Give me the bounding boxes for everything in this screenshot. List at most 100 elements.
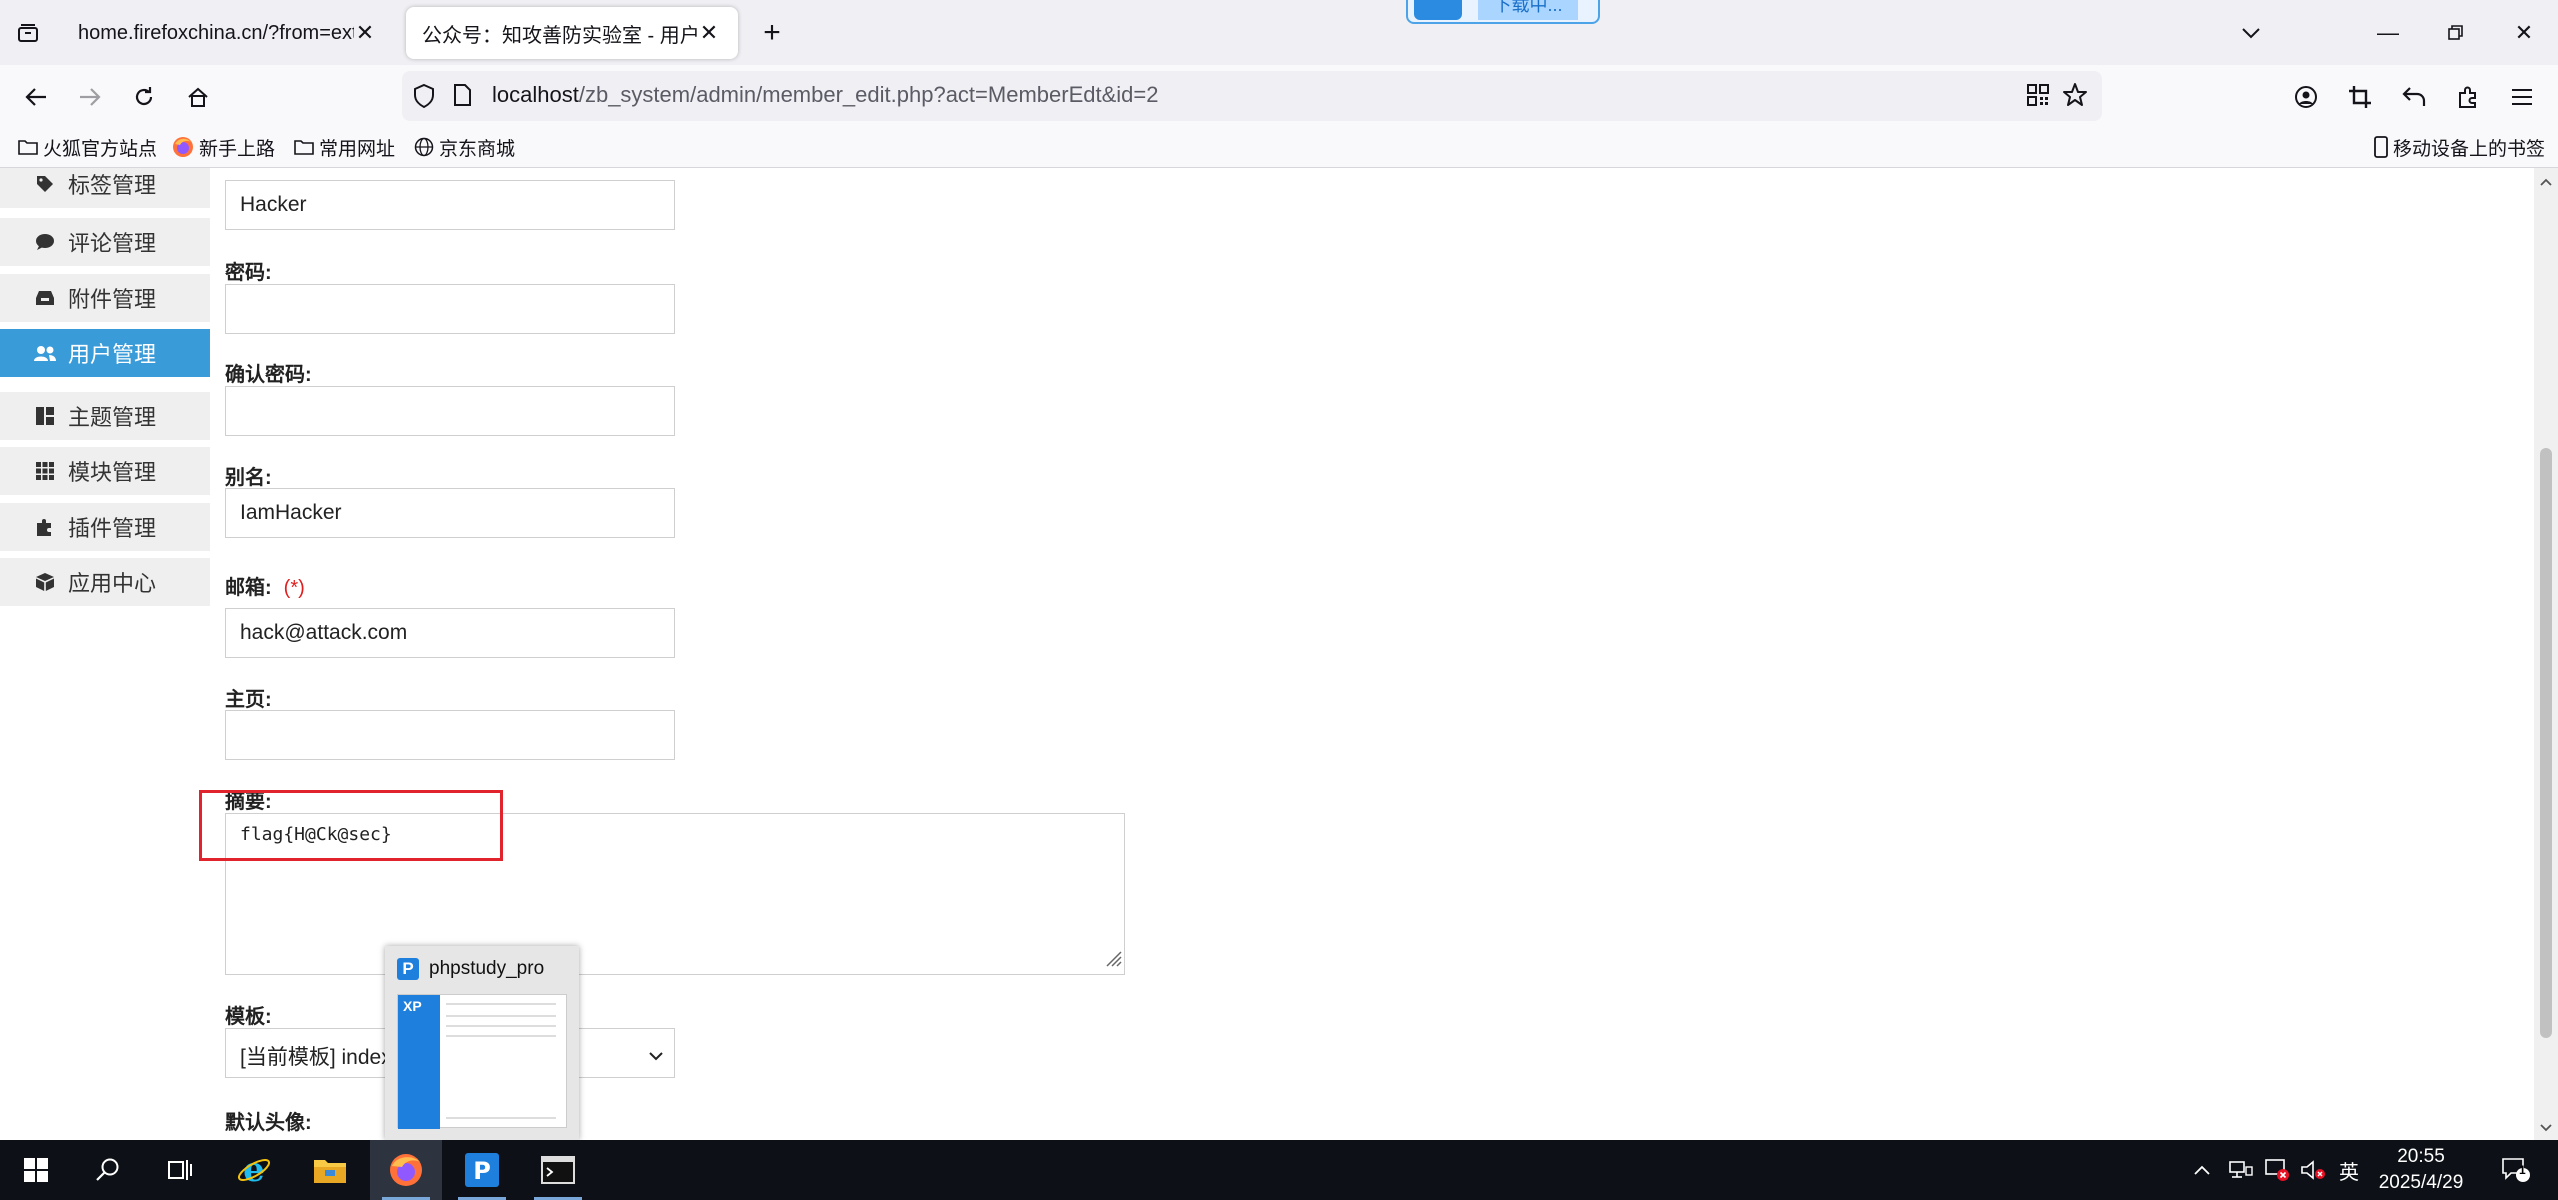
svg-text:e: e <box>243 1152 265 1188</box>
bookmark-firefox-official[interactable]: 火狐官方站点 <box>18 133 157 161</box>
minimize-icon[interactable]: — <box>2354 0 2422 65</box>
address-bar[interactable]: localhost/zb_system/admin/member_edit.ph… <box>402 71 2102 121</box>
new-tab-button[interactable]: + <box>752 14 792 52</box>
sidebar-item-themes[interactable]: 主题管理 <box>0 392 210 440</box>
folder-icon <box>294 139 314 155</box>
bookmark-label: 新手上路 <box>199 138 276 160</box>
security-alert-icon[interactable] <box>2262 1140 2292 1200</box>
resize-grip-icon[interactable] <box>1104 949 1122 972</box>
scrollbar-thumb[interactable] <box>2540 448 2552 1038</box>
sidebar-item-label: 附件管理 <box>68 287 157 312</box>
preview-logo-text: XP <box>403 998 422 1014</box>
system-clock[interactable]: 20:55 2025/4/29 <box>2368 1144 2474 1196</box>
sidebar-item-plugins[interactable]: 插件管理 <box>0 503 210 551</box>
sidebar-item-users[interactable]: 用户管理 <box>0 329 210 377</box>
page-viewport: 标签管理 评论管理 附件管理 用户管理 主题管理 模块管理 插件管理 应用中心 <box>0 168 2558 1140</box>
account-icon[interactable] <box>2286 77 2326 117</box>
url-text[interactable]: localhost/zb_system/admin/member_edit.ph… <box>492 82 1158 108</box>
firefox-icon <box>172 136 194 158</box>
flag-highlight-annotation <box>199 790 503 861</box>
close-window-icon[interactable]: ✕ <box>2490 0 2558 65</box>
menu-icon[interactable] <box>2502 77 2542 117</box>
network-icon[interactable] <box>2226 1140 2256 1200</box>
preview-thumbnail: XP <box>397 994 567 1129</box>
bookmark-label: 火狐官方站点 <box>43 138 158 160</box>
sidebar-item-label: 主题管理 <box>68 405 157 430</box>
bookmark-common-sites[interactable]: 常用网址 <box>294 133 395 161</box>
bookmark-jd-mall[interactable]: 京东商城 <box>414 133 515 161</box>
home-icon[interactable] <box>178 77 218 117</box>
sidebar-item-label: 标签管理 <box>68 173 157 198</box>
clock-date: 2025/4/29 <box>2378 1172 2464 1193</box>
template-selected-value: [当前模板] index <box>240 1046 392 1069</box>
sidebar-item-modules[interactable]: 模块管理 <box>0 447 210 495</box>
url-host: localhost <box>492 82 579 107</box>
ime-indicator[interactable]: 英 <box>2334 1140 2364 1200</box>
username-field[interactable] <box>225 180 675 230</box>
scroll-down-icon[interactable] <box>2539 1120 2553 1134</box>
page-scrollbar[interactable] <box>2534 168 2558 1140</box>
preview-line <box>446 1025 556 1027</box>
bookmark-star-icon[interactable] <box>2062 82 2088 113</box>
file-explorer-icon[interactable] <box>294 1140 366 1200</box>
tag-icon <box>34 173 56 195</box>
screenshot-icon[interactable] <box>2340 77 2380 117</box>
email-label-text: 邮箱: <box>225 577 272 599</box>
bookmark-getting-started[interactable]: 新手上路 <box>172 133 275 161</box>
windows-start-icon[interactable] <box>0 1140 72 1200</box>
mobile-bookmarks[interactable]: 移动设备上的书签 <box>2374 133 2545 161</box>
terminal-taskbar-icon[interactable] <box>522 1140 594 1200</box>
sidebar-item-attachments[interactable]: 附件管理 <box>0 274 210 322</box>
cube-icon <box>34 571 56 593</box>
phpstudy-taskbar-icon[interactable]: P <box>446 1140 518 1200</box>
clock-time: 20:55 <box>2397 1146 2445 1167</box>
password-field[interactable] <box>225 284 675 334</box>
back-icon[interactable] <box>16 77 56 117</box>
firefox-taskbar-icon[interactable] <box>370 1140 442 1200</box>
windows-taskbar: e P 英 20:55 2025/4/29 1 <box>0 1140 2558 1200</box>
qr-code-icon[interactable] <box>2026 83 2050 112</box>
page-info-icon[interactable] <box>452 83 472 112</box>
tab-firefoxchina[interactable]: home.firefoxchina.cn/?from=extra_start ✕ <box>62 7 394 59</box>
undo-close-tab-icon[interactable] <box>2394 77 2434 117</box>
chevron-down-icon <box>648 1043 664 1067</box>
tab-list-icon[interactable] <box>8 14 48 52</box>
close-icon[interactable]: ✕ <box>698 20 720 45</box>
alias-field[interactable] <box>225 488 675 538</box>
sidebar-item-label: 模块管理 <box>68 460 157 485</box>
chevron-down-icon[interactable] <box>2230 14 2272 52</box>
extensions-icon[interactable] <box>2448 77 2488 117</box>
reload-icon[interactable] <box>124 77 164 117</box>
tab-member-edit[interactable]: 公众号：知攻善防实验室 - 用户编辑 ✕ <box>406 7 738 59</box>
sidebar-item-comments[interactable]: 评论管理 <box>0 218 210 266</box>
homepage-field[interactable] <box>225 710 675 760</box>
notification-center-icon[interactable]: 1 <box>2494 1140 2538 1200</box>
sidebar-item-app-center[interactable]: 应用中心 <box>0 558 210 606</box>
chevron-up-icon[interactable] <box>2190 1140 2214 1200</box>
search-icon[interactable] <box>72 1140 144 1200</box>
puzzle-icon <box>34 516 56 538</box>
preview-header: P phpstudy_pro <box>397 958 544 980</box>
restore-icon[interactable] <box>2422 0 2490 65</box>
download-progress-badge[interactable]: 下载中... <box>1406 0 1600 24</box>
sidebar-item-label: 用户管理 <box>68 342 157 367</box>
email-label: 邮箱: (*) <box>225 571 305 600</box>
scroll-up-icon[interactable] <box>2539 174 2553 188</box>
task-view-icon[interactable] <box>144 1140 216 1200</box>
close-icon[interactable]: ✕ <box>354 20 376 45</box>
shield-icon[interactable] <box>412 83 436 114</box>
download-status: 下载中... <box>1478 0 1578 20</box>
taskbar-window-preview[interactable]: P phpstudy_pro XP <box>385 946 579 1140</box>
confirm-password-field[interactable] <box>225 386 675 436</box>
sidebar-item-label: 应用中心 <box>68 571 157 596</box>
default-avatar-label: 默认头像: <box>225 1112 312 1134</box>
mobile-icon <box>2374 136 2388 158</box>
users-icon <box>34 342 56 364</box>
sidebar-item-tags[interactable]: 标签管理 <box>0 168 210 208</box>
internet-explorer-icon[interactable]: e <box>218 1140 290 1200</box>
volume-muted-icon[interactable] <box>2298 1140 2328 1200</box>
url-path: /zb_system/admin/member_edit.php?act=Mem… <box>578 82 1159 107</box>
email-field[interactable] <box>225 608 675 658</box>
browser-tab-bar: home.firefoxchina.cn/?from=extra_start ✕… <box>0 0 2558 65</box>
forward-icon[interactable] <box>70 77 110 117</box>
